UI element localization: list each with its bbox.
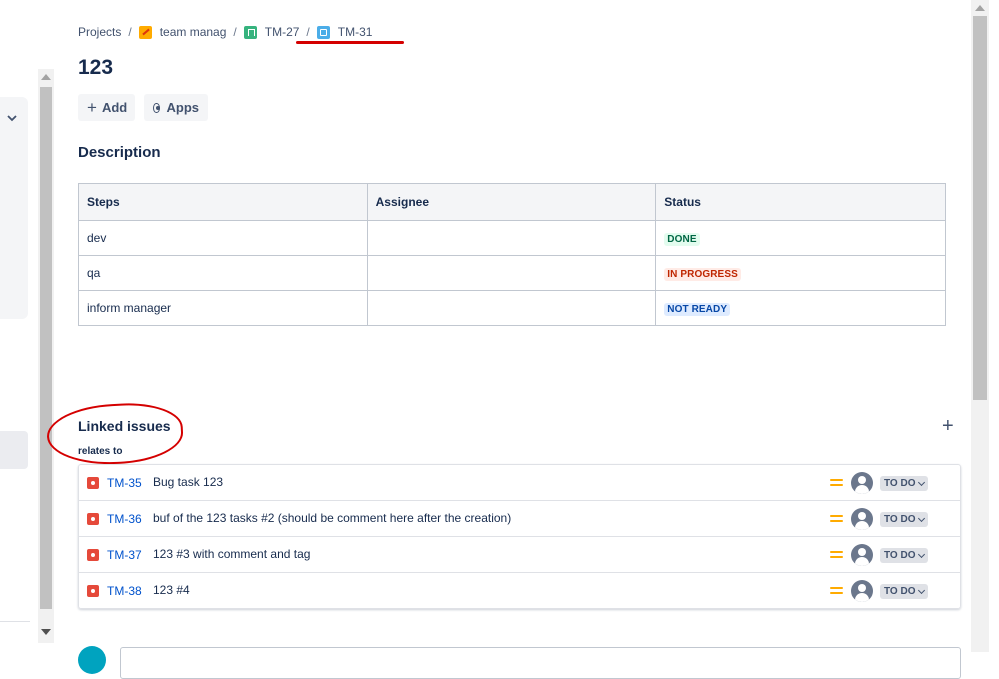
issue-summary[interactable]: 123 #4 bbox=[153, 583, 190, 597]
assignee-cell bbox=[366, 290, 657, 326]
breadcrumb-project[interactable]: team manag bbox=[160, 25, 227, 39]
scroll-up-arrow-icon[interactable] bbox=[975, 5, 985, 11]
breadcrumb-parent[interactable]: TM-27 bbox=[265, 25, 300, 39]
apps-icon bbox=[153, 102, 160, 113]
priority-medium-icon bbox=[830, 550, 843, 559]
breadcrumb-separator: / bbox=[233, 25, 237, 39]
status-dropdown-label: TO DO bbox=[884, 550, 916, 561]
description-heading: Description bbox=[78, 144, 161, 161]
scroll-down-arrow-icon[interactable] bbox=[41, 629, 51, 635]
status-cell: DONE bbox=[655, 220, 946, 256]
status-badge: DONE bbox=[664, 232, 700, 246]
priority-medium-icon bbox=[830, 586, 843, 595]
issue-summary[interactable]: Bug task 123 bbox=[153, 475, 223, 489]
issue-key-link[interactable]: TM-35 bbox=[107, 476, 142, 490]
table-header-row: Steps Assignee Status bbox=[78, 183, 946, 221]
status-badge: IN PROGRESS bbox=[664, 267, 741, 281]
column-header-steps: Steps bbox=[78, 183, 368, 221]
current-user-avatar bbox=[78, 646, 106, 674]
add-button-label: Add bbox=[101, 100, 128, 115]
team-project-icon bbox=[138, 25, 152, 39]
avatar[interactable] bbox=[851, 580, 873, 602]
list-item[interactable]: TM-38 123 #4 TO DO bbox=[79, 573, 960, 608]
status-dropdown[interactable]: TO DO bbox=[880, 584, 929, 599]
table-row: inform manager NOT READY bbox=[78, 290, 946, 326]
plus-icon: + bbox=[87, 98, 97, 117]
column-header-status: Status bbox=[655, 183, 946, 221]
scrollbar-thumb[interactable] bbox=[40, 87, 52, 609]
breadcrumb-separator: / bbox=[306, 25, 310, 39]
avatar[interactable] bbox=[851, 544, 873, 566]
list-item[interactable]: TM-35 Bug task 123 TO DO bbox=[79, 465, 960, 501]
sidebar-item-selected[interactable] bbox=[0, 431, 28, 469]
list-item[interactable]: TM-37 123 #3 with comment and tag TO DO bbox=[79, 537, 960, 573]
annotation-circle bbox=[45, 400, 185, 468]
bug-icon bbox=[87, 513, 99, 525]
bug-icon bbox=[87, 549, 99, 561]
scroll-up-arrow-icon[interactable] bbox=[41, 74, 51, 80]
page-title[interactable]: 123 bbox=[78, 56, 113, 80]
chevron-down-icon bbox=[918, 586, 926, 594]
description-table[interactable]: Steps Assignee Status dev DONE qa IN PRO… bbox=[78, 183, 946, 326]
bug-icon bbox=[87, 585, 99, 597]
page-scrollbar[interactable] bbox=[971, 0, 989, 652]
breadcrumb-separator: / bbox=[128, 25, 132, 39]
avatar[interactable] bbox=[851, 508, 873, 530]
status-cell: NOT READY bbox=[655, 290, 946, 326]
annotation-underline bbox=[296, 41, 404, 44]
chevron-down-icon bbox=[918, 478, 926, 486]
sidebar-panel bbox=[0, 97, 28, 319]
table-row: dev DONE bbox=[78, 220, 946, 256]
linked-issues-list: TM-35 Bug task 123 TO DO TM-36 buf of th… bbox=[78, 464, 961, 609]
assignee-cell bbox=[366, 255, 657, 291]
priority-medium-icon bbox=[830, 478, 843, 487]
status-cell: IN PROGRESS bbox=[655, 255, 946, 291]
status-dropdown-label: TO DO bbox=[884, 478, 916, 489]
issue-key-link[interactable]: TM-37 bbox=[107, 548, 142, 562]
subtask-icon bbox=[316, 25, 330, 39]
story-icon bbox=[243, 25, 257, 39]
apps-button-label: Apps bbox=[166, 100, 200, 115]
apps-button[interactable]: Apps bbox=[144, 94, 208, 121]
step-cell: qa bbox=[78, 255, 368, 291]
assignee-cell bbox=[366, 220, 657, 256]
breadcrumb-current[interactable]: TM-31 bbox=[338, 25, 373, 39]
issue-key-link[interactable]: TM-38 bbox=[107, 584, 142, 598]
status-dropdown-label: TO DO bbox=[884, 514, 916, 525]
step-cell: inform manager bbox=[78, 290, 368, 326]
status-dropdown-label: TO DO bbox=[884, 586, 916, 597]
status-dropdown[interactable]: TO DO bbox=[880, 512, 929, 527]
chevron-down-icon bbox=[918, 514, 926, 522]
scrollbar-thumb[interactable] bbox=[973, 16, 987, 400]
step-cell: dev bbox=[78, 220, 368, 256]
breadcrumb-projects[interactable]: Projects bbox=[78, 25, 121, 39]
sidebar-divider bbox=[0, 621, 30, 622]
status-badge: NOT READY bbox=[664, 302, 731, 316]
bug-icon bbox=[87, 477, 99, 489]
sidebar-scrollbar[interactable] bbox=[38, 69, 54, 643]
chevron-down-icon bbox=[918, 550, 926, 558]
breadcrumb: Projects / team manag / TM-27 / TM-31 bbox=[78, 24, 372, 40]
status-dropdown[interactable]: TO DO bbox=[880, 548, 929, 563]
add-button[interactable]: + Add bbox=[78, 94, 135, 121]
status-dropdown[interactable]: TO DO bbox=[880, 476, 929, 491]
issue-key-link[interactable]: TM-36 bbox=[107, 512, 142, 526]
add-linked-issue-plus-icon[interactable]: + bbox=[942, 416, 954, 436]
issue-summary[interactable]: buf of the 123 tasks #2 (should be comme… bbox=[153, 511, 511, 525]
priority-medium-icon bbox=[830, 514, 843, 523]
issue-summary[interactable]: 123 #3 with comment and tag bbox=[153, 547, 310, 561]
table-row: qa IN PROGRESS bbox=[78, 255, 946, 291]
chevron-down-icon[interactable] bbox=[6, 112, 18, 124]
column-header-assignee: Assignee bbox=[366, 183, 657, 221]
avatar[interactable] bbox=[851, 472, 873, 494]
list-item[interactable]: TM-36 buf of the 123 tasks #2 (should be… bbox=[79, 501, 960, 537]
